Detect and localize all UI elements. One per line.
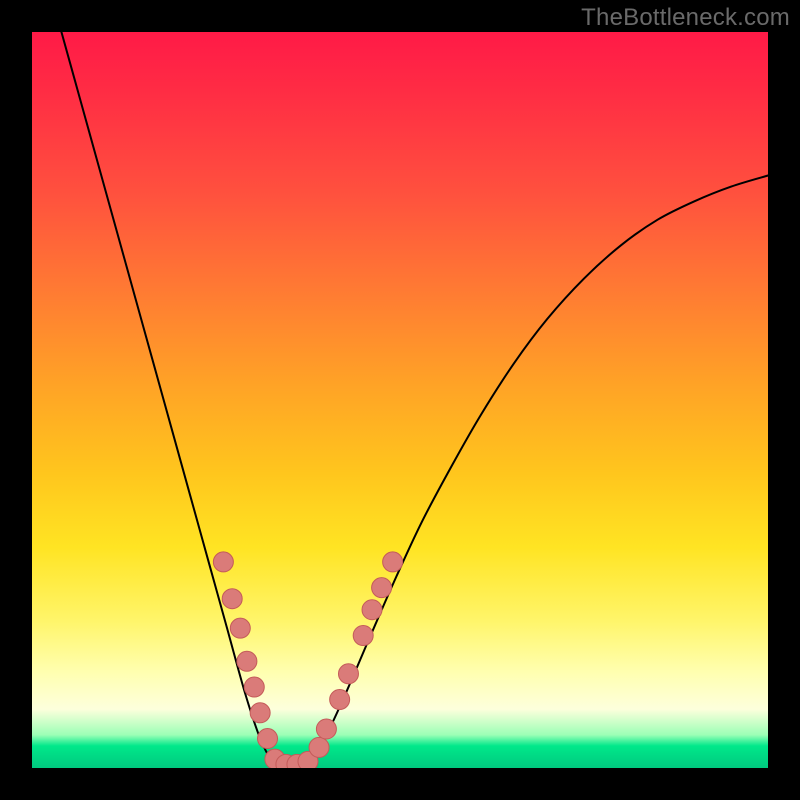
marker-dot: [222, 589, 242, 609]
marker-dot: [213, 552, 233, 572]
curve-overlay: [32, 32, 768, 768]
bottleneck-curve: [61, 32, 768, 766]
marker-dot: [362, 600, 382, 620]
marker-group: [213, 552, 402, 768]
marker-dot: [316, 719, 336, 739]
marker-dot: [309, 737, 329, 757]
marker-dot: [330, 690, 350, 710]
marker-dot: [353, 626, 373, 646]
watermark-text: TheBottleneck.com: [581, 4, 790, 32]
curve-group: [61, 32, 768, 766]
marker-dot: [383, 552, 403, 572]
marker-dot: [372, 578, 392, 598]
marker-dot: [244, 677, 264, 697]
marker-dot: [258, 729, 278, 749]
chart-stage: TheBottleneck.com: [0, 0, 800, 800]
plot-area: [32, 32, 768, 768]
marker-dot: [250, 703, 270, 723]
marker-dot: [230, 618, 250, 638]
marker-dot: [338, 664, 358, 684]
marker-dot: [237, 651, 257, 671]
